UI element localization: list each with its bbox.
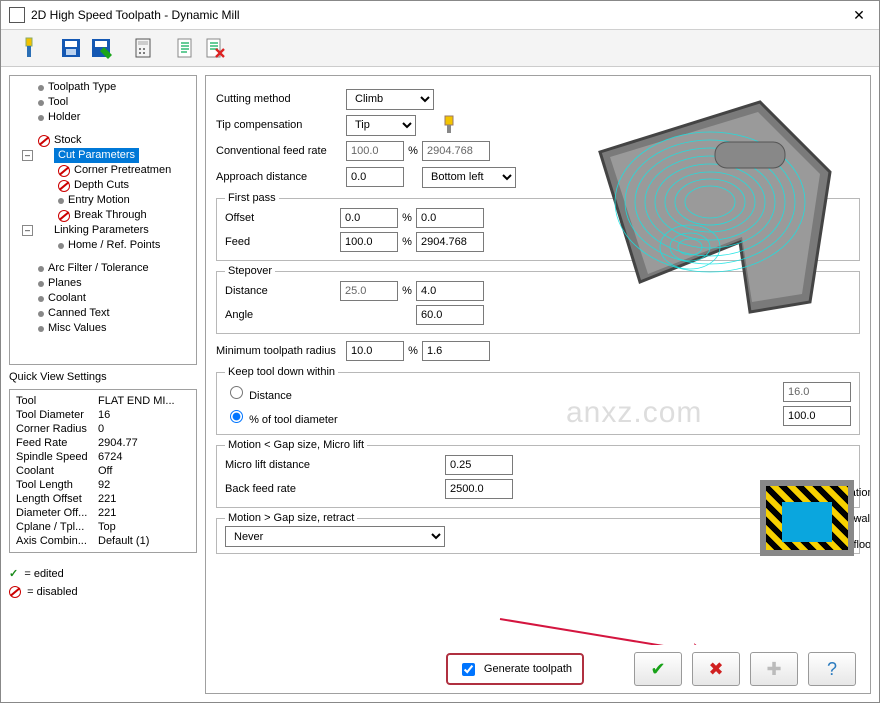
keep-distance-val xyxy=(783,382,851,402)
tree-misc-values[interactable]: Misc Values xyxy=(16,321,196,336)
quick-view-row: CoolantOff xyxy=(16,464,190,478)
first-feed-val[interactable] xyxy=(416,232,484,252)
quick-view-row: Tool Length92 xyxy=(16,478,190,492)
titlebar: 2D High Speed Toolpath - Dynamic Mill ✕ xyxy=(1,1,879,30)
keep-tool-down-group: Keep tool down within Distance % of tool… xyxy=(216,366,860,435)
first-offset-pct[interactable] xyxy=(340,208,398,228)
left-column: Toolpath Type Tool Holder Stock –Cut Par… xyxy=(9,75,197,694)
app-icon xyxy=(9,7,25,23)
parameter-tree[interactable]: Toolpath Type Tool Holder Stock –Cut Par… xyxy=(9,75,197,365)
tree-canned-text[interactable]: Canned Text xyxy=(16,306,196,321)
stepover-angle[interactable] xyxy=(416,305,484,325)
tip-comp-icon xyxy=(440,115,458,135)
quick-view-row: Feed Rate2904.77 xyxy=(16,436,190,450)
tree-depth-cuts[interactable]: Depth Cuts xyxy=(16,178,196,193)
keep-distance-radio[interactable]: Distance xyxy=(225,383,292,402)
quick-view-heading: Quick View Settings xyxy=(9,371,197,383)
min-radius-val[interactable] xyxy=(422,341,490,361)
disabled-icon xyxy=(58,180,70,192)
quick-view-panel: ToolFLAT END MI...Tool Diameter16Corner … xyxy=(9,389,197,553)
toolpath-preview xyxy=(560,82,860,342)
quick-view-row: Cplane / Tpl...Top xyxy=(16,520,190,534)
calculator-button[interactable] xyxy=(129,34,157,62)
tree-stock[interactable]: Stock xyxy=(16,133,196,148)
window-title: 2D High Speed Toolpath - Dynamic Mill xyxy=(31,8,240,22)
save-as-button[interactable] xyxy=(87,34,115,62)
min-radius-pct[interactable] xyxy=(346,341,404,361)
keep-pct-radio[interactable]: % of tool diameter xyxy=(225,407,338,426)
collapse-icon[interactable]: – xyxy=(22,150,33,161)
apply-button[interactable]: ✚ xyxy=(750,652,798,686)
tool-icon[interactable] xyxy=(15,34,43,62)
quick-view-row: Corner Radius0 xyxy=(16,422,190,436)
document-button[interactable] xyxy=(171,34,199,62)
legend: ✓ = edited = disabled xyxy=(9,567,197,598)
keep-pct-val[interactable] xyxy=(783,406,851,426)
disabled-icon xyxy=(38,135,50,147)
tree-break-through[interactable]: Break Through xyxy=(16,208,196,223)
quick-view-row: Tool Diameter16 xyxy=(16,408,190,422)
dialog-window: 2D High Speed Toolpath - Dynamic Mill ✕ … xyxy=(0,0,880,703)
tree-arc-filter[interactable]: Arc Filter / Tolerance xyxy=(16,261,196,276)
tip-comp-label: Tip compensation xyxy=(216,119,346,131)
tree-holder[interactable]: Holder xyxy=(16,110,196,125)
document-delete-button[interactable] xyxy=(201,34,229,62)
conv-feed-val xyxy=(422,141,490,161)
tree-home-ref-points[interactable]: Home / Ref. Points xyxy=(16,238,196,253)
first-offset-val[interactable] xyxy=(416,208,484,228)
ok-button[interactable]: ✔ xyxy=(634,652,682,686)
cancel-button[interactable]: ✖ xyxy=(692,652,740,686)
approach-pos-select[interactable]: Bottom left xyxy=(422,167,516,188)
tree-cut-parameters[interactable]: –Cut Parameters xyxy=(16,148,196,163)
first-feed-pct[interactable] xyxy=(340,232,398,252)
save-button[interactable] xyxy=(57,34,85,62)
min-radius-label: Minimum toolpath radius xyxy=(216,345,346,357)
stepover-dist-pct xyxy=(340,281,398,301)
window-close-button[interactable]: ✕ xyxy=(839,1,879,29)
disabled-icon xyxy=(58,210,70,222)
tree-toolpath-type[interactable]: Toolpath Type xyxy=(16,80,196,95)
cutting-method-select[interactable]: Climb xyxy=(346,89,434,110)
quick-view-row: Diameter Off...221 xyxy=(16,506,190,520)
tip-comp-select[interactable]: Tip xyxy=(346,115,416,136)
tree-planes[interactable]: Planes xyxy=(16,276,196,291)
dialog-footer: Generate toolpath ✔ ✖ ✚ ? xyxy=(206,645,870,693)
quick-view-row: Axis Combin...Default (1) xyxy=(16,534,190,548)
approach-label: Approach distance xyxy=(216,171,346,183)
tree-tool[interactable]: Tool xyxy=(16,95,196,110)
parameters-panel: Cutting method Climb Tip compensation Ti… xyxy=(205,75,871,694)
quick-view-row: ToolFLAT END MI... xyxy=(16,394,190,408)
disabled-icon xyxy=(9,586,21,598)
help-button[interactable]: ? xyxy=(808,652,856,686)
quick-view-row: Spindle Speed6724 xyxy=(16,450,190,464)
stock-diagram xyxy=(760,480,854,556)
conv-feed-label: Conventional feed rate xyxy=(216,145,346,157)
retract-select[interactable]: Never xyxy=(225,526,445,547)
tree-entry-motion[interactable]: Entry Motion xyxy=(16,193,196,208)
back-feed-val[interactable] xyxy=(445,479,513,499)
conv-feed-pct xyxy=(346,141,404,161)
tree-corner-pretreatment[interactable]: Corner Pretreatmen xyxy=(16,163,196,178)
micro-lift-val[interactable] xyxy=(445,455,513,475)
collapse-icon[interactable]: – xyxy=(22,225,33,236)
generate-toolpath-checkbox[interactable]: Generate toolpath xyxy=(446,653,584,685)
check-icon: ✓ xyxy=(9,568,18,580)
toolbar xyxy=(1,30,879,67)
approach-input[interactable] xyxy=(346,167,404,187)
quick-view-row: Length Offset221 xyxy=(16,492,190,506)
cutting-method-label: Cutting method xyxy=(216,93,346,105)
tree-linking-parameters[interactable]: –Linking Parameters xyxy=(16,223,196,238)
tree-coolant[interactable]: Coolant xyxy=(16,291,196,306)
disabled-icon xyxy=(58,165,70,177)
stepover-dist-val[interactable] xyxy=(416,281,484,301)
